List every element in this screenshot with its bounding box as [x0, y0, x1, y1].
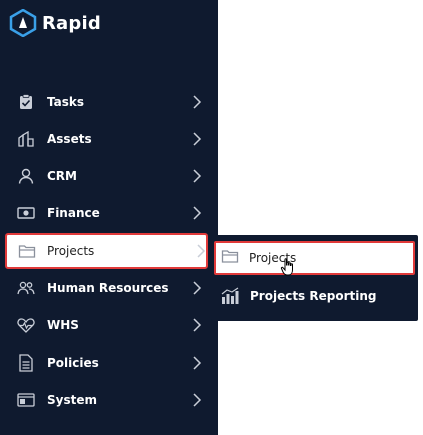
chevron-right-icon — [193, 169, 202, 183]
sidebar-item-label: Tasks — [47, 95, 85, 109]
bar-chart-icon — [221, 287, 239, 305]
sidebar-item-label: Projects — [47, 244, 95, 258]
brand-name: Rapid — [42, 12, 101, 34]
system-icon — [17, 391, 35, 409]
sidebar-item-human-resources[interactable]: Human Resources — [0, 270, 218, 306]
sidebar-item-system[interactable]: System — [0, 382, 218, 418]
rapid-logo-icon — [9, 9, 37, 37]
user-icon — [17, 167, 35, 185]
sidebar-item-crm[interactable]: CRM — [0, 158, 218, 194]
chevron-right-icon — [193, 318, 202, 332]
sidebar-item-label: Policies — [47, 356, 99, 370]
chevron-right-icon — [193, 95, 202, 109]
sidebar-item-whs[interactable]: WHS — [0, 307, 218, 343]
chevron-right-icon — [193, 281, 202, 295]
sidebar-item-label: Finance — [47, 206, 100, 220]
submenu-item-projects-reporting[interactable]: Projects Reporting — [211, 279, 418, 313]
folder-icon — [221, 248, 239, 266]
sidebar-item-assets[interactable]: Assets — [0, 121, 218, 157]
sidebar-item-policies[interactable]: Policies — [0, 345, 218, 381]
chevron-right-icon — [193, 393, 202, 407]
sidebar-item-label: Assets — [47, 132, 92, 146]
app-root: Rapid Tasks Assets CRM Finance Projects … — [0, 0, 423, 435]
projects-submenu: Projects Projects Reporting — [211, 235, 418, 321]
chevron-right-icon — [193, 132, 202, 146]
sidebar-item-projects[interactable]: Projects — [5, 233, 208, 269]
money-icon — [17, 204, 35, 222]
sidebar-item-finance[interactable]: Finance — [0, 195, 218, 231]
assets-icon — [17, 130, 35, 148]
submenu-item-label: Projects Reporting — [250, 289, 377, 303]
sidebar-item-label: Human Resources — [47, 281, 169, 295]
document-icon — [17, 354, 35, 372]
sidebar-item-label: CRM — [47, 169, 77, 183]
chevron-right-icon — [197, 244, 206, 258]
logo[interactable]: Rapid — [9, 9, 101, 37]
people-icon — [17, 279, 35, 297]
sidebar-item-label: WHS — [47, 318, 79, 332]
sidebar-item-label: System — [47, 393, 97, 407]
chevron-right-icon — [193, 206, 202, 220]
clipboard-check-icon — [17, 93, 35, 111]
chevron-right-icon — [193, 356, 202, 370]
submenu-item-projects[interactable]: Projects — [214, 241, 415, 275]
hand-cursor-icon — [280, 258, 293, 276]
sidebar-item-tasks[interactable]: Tasks — [0, 84, 218, 120]
folder-icon — [18, 242, 36, 260]
heart-pulse-icon — [17, 316, 35, 334]
sidebar: Rapid Tasks Assets CRM Finance Projects … — [0, 0, 218, 435]
